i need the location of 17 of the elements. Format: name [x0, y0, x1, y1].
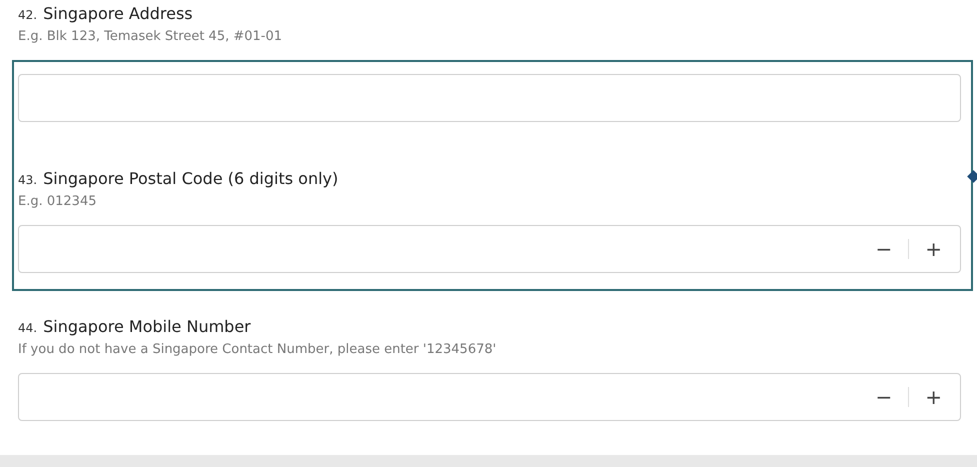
question-title: Singapore Postal Code (6 digits only) [43, 169, 338, 188]
input-field[interactable]: − + [18, 373, 961, 421]
question-hint: E.g. 012345 [18, 194, 98, 209]
input-field[interactable] [18, 74, 961, 122]
question-hint: E.g. Blk 123, Temasek Street 45, #01-01 [18, 29, 284, 44]
increment-button[interactable]: + [919, 385, 948, 409]
decrement-button[interactable]: − [869, 385, 898, 409]
question-title: Singapore Mobile Number [43, 317, 251, 336]
decrement-button[interactable]: − [869, 237, 898, 261]
input-field[interactable]: − + [18, 225, 961, 273]
question-hint: If you do not have a Singapore Contact Number, please enter '12345678' [18, 342, 498, 357]
question-number: 42. [18, 8, 38, 22]
resize-handle[interactable] [967, 170, 977, 183]
increment-button[interactable]: + [919, 237, 948, 261]
question-number: 44. [18, 321, 38, 335]
question-title: Singapore Address [43, 4, 193, 23]
question-number: 43. [18, 173, 38, 187]
